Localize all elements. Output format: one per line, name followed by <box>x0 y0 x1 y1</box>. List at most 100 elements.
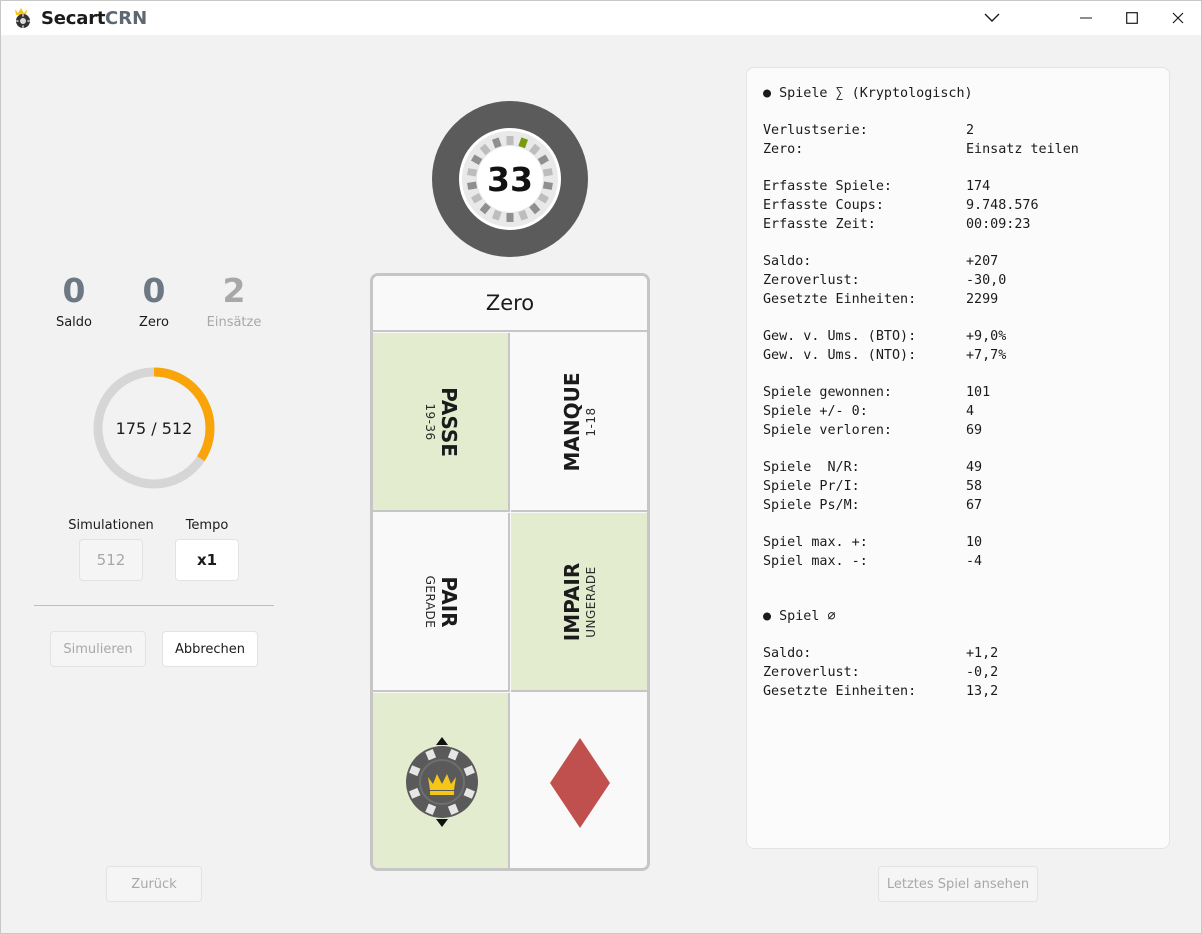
red-diamond-icon <box>550 738 610 828</box>
stat-value: 4 <box>966 404 975 419</box>
stat-row: Erfasste Coups: 9.748.576 <box>763 196 1039 215</box>
stat-row: Spiel max. +: 10 <box>763 533 982 552</box>
chevron-down-icon <box>984 13 1000 22</box>
statistics-text: ● Spiele ∑ (Kryptologisch) Verlustserie:… <box>763 84 1079 701</box>
stat-value: 2299 <box>966 292 999 307</box>
stat-key: Spiele Pr/I: <box>763 479 860 494</box>
stat-key: Spiele Ps/M: <box>763 498 860 513</box>
simulations-label: Simulationen <box>68 518 154 533</box>
diamond-field[interactable] <box>511 693 647 868</box>
zero-stat: 0 Zero <box>114 271 194 330</box>
stat-row: Spiele +/- 0: 4 <box>763 402 975 421</box>
passe-label: PASSE 19-36 <box>422 387 461 457</box>
stat-key: Gesetzte Einheiten: <box>763 292 917 307</box>
betting-board: Zero PASSE 19-36 MANQUE 1-18 PAIR GERADE… <box>370 273 650 871</box>
result-number: 33 <box>487 159 533 199</box>
stat-value: 49 <box>966 460 983 475</box>
crown-chip-icon <box>406 737 478 827</box>
einsaetze-stat: 2 Einsätze <box>194 271 274 330</box>
stat-value: 58 <box>966 479 983 494</box>
close-icon <box>1172 12 1184 24</box>
stat-value: 00:09:23 <box>966 217 1031 232</box>
impair-sub: UNGERADE <box>583 565 598 638</box>
stat-row: Spiele verloren: 69 <box>763 421 982 440</box>
stat-row: Spiele Ps/M: 67 <box>763 496 982 515</box>
stat-value: 9.748.576 <box>966 198 1039 213</box>
stat-value: -4 <box>966 554 983 569</box>
app-name: Secart <box>41 8 106 29</box>
maximize-button[interactable] <box>1109 1 1155 35</box>
stat-key: Spiel max. -: <box>763 554 868 569</box>
manque-title: MANQUE <box>559 371 584 472</box>
stat-key: Gew. v. Ums. (NTO): <box>763 348 917 363</box>
stat-row: Saldo: +207 <box>763 252 998 271</box>
stat-value: +207 <box>966 254 999 269</box>
stat-key: Zeroverlust: <box>763 273 860 288</box>
stat-key: Gesetzte Einheiten: <box>763 684 917 699</box>
saldo-label: Saldo <box>55 315 93 330</box>
last-game-button[interactable]: Letztes Spiel ansehen <box>878 866 1038 902</box>
stat-key: Verlustserie: <box>763 123 868 138</box>
app-window: Secart CRN 0 Saldo 0 Zero 2 Einsätze 175… <box>0 0 1202 934</box>
pair-label: PAIR GERADE <box>422 575 461 628</box>
back-button[interactable]: Zurück <box>106 866 202 902</box>
pair-field[interactable]: PAIR GERADE <box>373 513 510 692</box>
einsaetze-value: 2 <box>222 271 246 310</box>
pair-title: PAIR <box>436 575 461 628</box>
stat-key: Zeroverlust: <box>763 665 860 680</box>
stat-key: Erfasste Spiele: <box>763 179 892 194</box>
stat-value: 101 <box>966 385 991 400</box>
stat-value: Einsatz teilen <box>966 142 1079 157</box>
stat-row: Gew. v. Ums. (BTO): +9,0% <box>763 327 1006 346</box>
stat-key: Spiele gewonnen: <box>763 385 892 400</box>
close-button[interactable] <box>1155 1 1201 35</box>
stat-key: Spiel max. +: <box>763 535 868 550</box>
stat-row: Spiele N/R: 49 <box>763 458 982 477</box>
title-bar: Secart CRN <box>1 1 1201 35</box>
stat-row: Zeroverlust: -30,0 <box>763 271 1006 290</box>
stat-key: Saldo: <box>763 646 812 661</box>
stat-row: Spiele Pr/I: 58 <box>763 477 982 496</box>
pair-sub: GERADE <box>422 575 437 628</box>
statistics-panel: ● Spiele ∑ (Kryptologisch) Verlustserie:… <box>746 67 1170 849</box>
stat-key: Erfasste Coups: <box>763 198 884 213</box>
app-subtitle: CRN <box>105 8 148 29</box>
stat-value: +9,0% <box>966 329 1007 344</box>
manque-label: MANQUE 1-18 <box>559 371 599 472</box>
stat-key: Zero: <box>763 142 804 157</box>
stat-row: Gesetzte Einheiten: 2299 <box>763 290 998 309</box>
stat-row: Verlustserie: 2 <box>763 121 975 140</box>
manque-range: 1-18 <box>583 406 598 437</box>
stat-row: Spiel max. -: -4 <box>763 552 982 571</box>
stat-value: 67 <box>966 498 983 513</box>
progress-text: 175 / 512 <box>115 418 193 438</box>
stat-key: Spiele +/- 0: <box>763 404 868 419</box>
saldo-value: 0 <box>62 271 86 310</box>
zero-field[interactable]: Zero <box>373 276 647 332</box>
stat-value: 174 <box>966 179 991 194</box>
section-title-games: ● Spiele ∑ (Kryptologisch) <box>763 86 973 101</box>
zero-label: Zero <box>139 315 169 330</box>
simulate-button[interactable]: Simulieren <box>50 631 146 667</box>
stat-value: 10 <box>966 535 983 550</box>
stat-row: Saldo: +1,2 <box>763 644 998 663</box>
stat-value: 2 <box>966 123 975 138</box>
manque-field[interactable]: MANQUE 1-18 <box>511 333 647 512</box>
maximize-icon <box>1126 12 1138 24</box>
impair-field[interactable]: IMPAIR UNGERADE <box>511 513 647 692</box>
collapse-button[interactable] <box>969 1 1015 35</box>
passe-field[interactable]: PASSE 19-36 <box>373 333 510 512</box>
stat-key: Gew. v. Ums. (BTO): <box>763 329 917 344</box>
chip-field[interactable] <box>373 693 510 868</box>
tempo-selector[interactable]: x1 <box>175 539 239 581</box>
stat-row: Gew. v. Ums. (NTO): +7,7% <box>763 346 1006 365</box>
stat-row: Zero: Einsatz teilen <box>763 140 1079 159</box>
stat-key: Spiele N/R: <box>763 460 860 475</box>
stat-row: Erfasste Zeit: 00:09:23 <box>763 215 1031 234</box>
simulations-input[interactable]: 512 <box>79 539 143 581</box>
stat-value: +1,2 <box>966 646 999 661</box>
stat-row: Zeroverlust: -0,2 <box>763 663 998 682</box>
minimize-button[interactable] <box>1063 1 1109 35</box>
cancel-button[interactable]: Abbrechen <box>162 631 258 667</box>
stat-row: Spiele gewonnen: 101 <box>763 383 990 402</box>
